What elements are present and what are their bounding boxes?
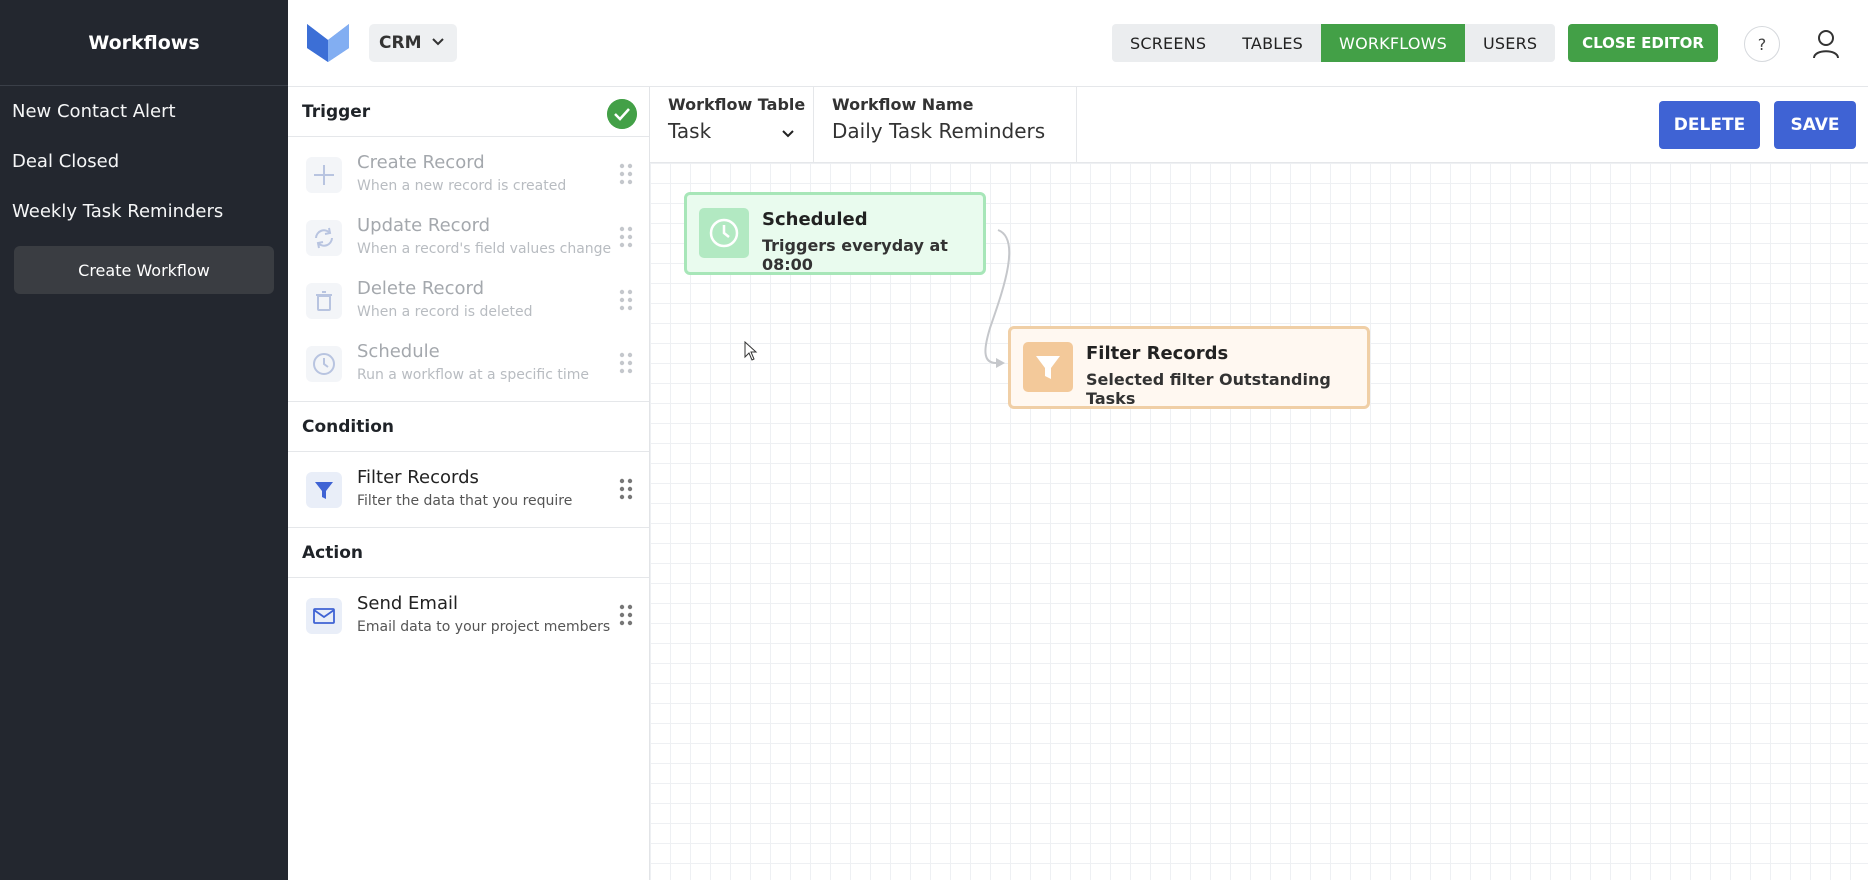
trigger-section-heading: Trigger: [288, 87, 649, 137]
user-account-icon[interactable]: [1808, 26, 1844, 62]
drag-handle-icon[interactable]: [619, 163, 633, 185]
palette-item-desc: When a record is deleted: [357, 304, 533, 320]
app-selector-label: CRM: [379, 33, 422, 53]
palette-item-name: Filter Records: [357, 467, 479, 488]
workflow-node-filter-records[interactable]: Filter Records Selected filter Outstandi…: [1008, 326, 1370, 409]
close-editor-button[interactable]: CLOSE EDITOR: [1568, 24, 1718, 62]
palette-item-desc: When a new record is created: [357, 178, 567, 194]
node-subtitle: Triggers everyday at 08:00: [762, 236, 948, 274]
workflow-table-label: Workflow Table: [668, 95, 806, 114]
mail-icon: [306, 598, 342, 634]
palette-item-update-record[interactable]: Update Record When a record's field valu…: [288, 206, 649, 269]
workflow-canvas[interactable]: Scheduled Triggers everyday at 08:00 Fil…: [650, 163, 1868, 880]
palette-item-name: Schedule: [357, 341, 440, 362]
help-button[interactable]: ?: [1744, 26, 1780, 62]
chevron-down-icon: [432, 38, 444, 46]
sidebar-item-deal-closed[interactable]: Deal Closed: [0, 136, 288, 186]
palette-item-desc: Run a workflow at a specific time: [357, 367, 590, 383]
save-button[interactable]: SAVE: [1774, 101, 1856, 149]
refresh-icon: [306, 220, 342, 256]
palette-item-name: Update Record: [357, 215, 491, 236]
palette-item-desc: Filter the data that you require: [357, 493, 573, 509]
app-selector-dropdown[interactable]: CRM: [369, 24, 457, 62]
workflow-node-scheduled[interactable]: Scheduled Triggers everyday at 08:00: [684, 192, 986, 275]
palette-item-send-email[interactable]: Send Email Email data to your project me…: [288, 584, 649, 647]
create-workflow-button[interactable]: Create Workflow: [14, 246, 274, 294]
clock-icon: [306, 346, 342, 382]
workflows-sidebar: Workflows New Contact Alert Deal Closed …: [0, 0, 288, 880]
node-palette: Trigger Create Record When a new record …: [288, 87, 650, 880]
filter-icon: [1023, 342, 1073, 392]
drag-handle-icon[interactable]: [619, 478, 633, 500]
tab-screens[interactable]: SCREENS: [1112, 24, 1224, 62]
drag-handle-icon[interactable]: [619, 289, 633, 311]
node-subtitle: Selected filter Outstanding Tasks: [1086, 370, 1331, 408]
tab-workflows[interactable]: WORKFLOWS: [1321, 24, 1465, 62]
workflow-header: Workflow Table Task Workflow Name Daily …: [650, 87, 1868, 163]
palette-item-schedule[interactable]: Schedule Run a workflow at a specific ti…: [288, 332, 649, 395]
filter-icon: [306, 472, 342, 508]
workflow-name-label: Workflow Name: [832, 95, 974, 114]
trigger-list: Create Record When a new record is creat…: [288, 137, 649, 402]
workflow-name-value[interactable]: Daily Task Reminders: [832, 119, 1045, 143]
palette-item-name: Send Email: [357, 593, 458, 614]
mouse-cursor-icon: [744, 341, 758, 361]
palette-item-name: Delete Record: [357, 278, 485, 299]
condition-list: Filter Records Filter the data that you …: [288, 452, 649, 528]
main-nav-tabs: SCREENS TABLES WORKFLOWS USERS: [1112, 24, 1556, 62]
trigger-heading-label: Trigger: [302, 101, 371, 122]
drag-handle-icon[interactable]: [619, 604, 633, 626]
palette-item-desc: Email data to your project members: [357, 619, 611, 635]
palette-item-filter-records[interactable]: Filter Records Filter the data that you …: [288, 458, 649, 521]
check-circle-icon: [607, 99, 637, 129]
action-heading-label: Action: [302, 542, 363, 563]
tab-tables[interactable]: TABLES: [1224, 24, 1321, 62]
node-title: Scheduled: [762, 209, 868, 230]
node-title: Filter Records: [1086, 343, 1229, 364]
sidebar-title: Workflows: [0, 0, 288, 86]
workflow-table-value: Task: [668, 119, 712, 143]
plus-icon: [306, 157, 342, 193]
workflow-table-select[interactable]: Workflow Table Task: [650, 87, 814, 163]
app-logo-icon[interactable]: [305, 22, 351, 64]
sidebar-item-weekly-task-reminders[interactable]: Weekly Task Reminders: [0, 186, 288, 236]
palette-item-delete-record[interactable]: Delete Record When a record is deleted: [288, 269, 649, 332]
drag-handle-icon[interactable]: [619, 352, 633, 374]
workflow-name-field[interactable]: Workflow Name Daily Task Reminders: [814, 87, 1077, 163]
clock-icon: [699, 208, 749, 258]
top-bar: CRM SCREENS TABLES WORKFLOWS USERS CLOSE…: [288, 0, 1868, 87]
palette-item-desc: When a record's field values change: [357, 241, 612, 257]
palette-item-name: Create Record: [357, 152, 485, 173]
action-section-heading: Action: [288, 528, 649, 578]
chevron-down-icon: [782, 130, 794, 138]
palette-item-create-record[interactable]: Create Record When a new record is creat…: [288, 143, 649, 206]
condition-heading-label: Condition: [302, 416, 394, 437]
tab-users[interactable]: USERS: [1465, 24, 1555, 62]
condition-section-heading: Condition: [288, 402, 649, 452]
action-list: Send Email Email data to your project me…: [288, 578, 649, 653]
delete-button[interactable]: DELETE: [1659, 101, 1760, 149]
trash-icon: [306, 283, 342, 319]
sidebar-item-new-contact-alert[interactable]: New Contact Alert: [0, 86, 288, 136]
drag-handle-icon[interactable]: [619, 226, 633, 248]
